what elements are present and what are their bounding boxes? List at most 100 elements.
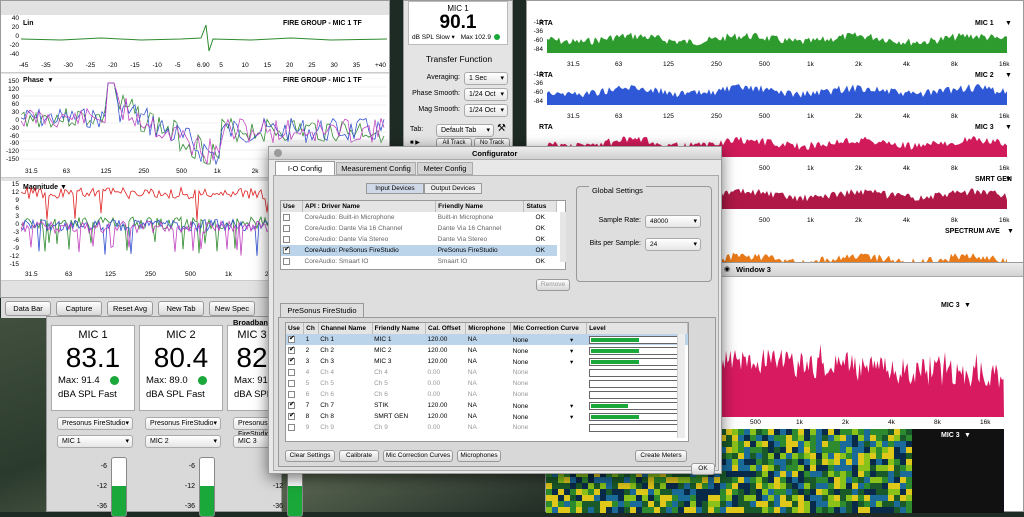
channel-friendly-name[interactable]: MIC 3 [372, 356, 425, 367]
subtab-output-devices[interactable]: Output Devices [424, 183, 482, 194]
meter-channel-select[interactable]: MIC 2 [145, 435, 221, 448]
window3-spec-dropdown-icon[interactable]: ▼ [964, 302, 971, 309]
rta-panel[interactable]: RTA MIC 2 ▼ -12 -36 -60 -84 31.5 63 125 250 500 1k 2k… [527, 53, 1021, 120]
averaging-select[interactable]: 1 Sec [464, 72, 508, 85]
tab-io-config[interactable]: I-O Config [275, 161, 335, 175]
channel-use-checkbox[interactable] [288, 379, 295, 387]
channel-use-checkbox[interactable] [288, 423, 295, 431]
channel-cal-offset[interactable]: 120.00 [426, 400, 466, 411]
channel-microphone[interactable]: NA [466, 378, 511, 389]
channel-row[interactable]: 9 Ch 9 Ch 9 0.00 NA None [286, 422, 688, 433]
device-use-checkbox[interactable] [283, 245, 290, 254]
calibrate-button[interactable]: Calibrate [339, 450, 379, 462]
channel-column-header[interactable]: Level [586, 323, 688, 334]
channel-row[interactable]: 4 Ch 4 Ch 4 0.00 NA None [286, 367, 688, 378]
channel-friendly-name[interactable]: Ch 4 [372, 367, 425, 378]
rta-panel-dropdown-icon[interactable]: ▼ [1005, 124, 1012, 131]
meter-device-select[interactable]: Presonus FireStudio [145, 417, 221, 430]
channel-use-checkbox[interactable] [288, 356, 295, 365]
device-use-checkbox[interactable] [283, 235, 290, 243]
mic-correction-curves-button[interactable]: Mic Correction Curves [383, 450, 453, 462]
capture-button[interactable]: Capture [56, 301, 102, 316]
device-row[interactable]: CoreAudio: Built-in Microphone Built-in M… [281, 212, 557, 223]
subtab-input-devices[interactable]: Input Devices [366, 183, 424, 194]
device-table-scrollbar[interactable] [560, 212, 566, 262]
remove-button[interactable]: Remove [536, 279, 570, 291]
data-bar-button[interactable]: Data Bar [5, 301, 51, 316]
channel-curve-select[interactable]: None [511, 389, 587, 400]
close-icon[interactable] [274, 149, 282, 157]
device-use-checkbox[interactable] [283, 257, 290, 265]
channel-cal-offset[interactable]: 120.00 [426, 411, 466, 422]
channel-row[interactable]: 7 Ch 7 STIK120.00NANone ▾ [286, 400, 688, 411]
ok-button[interactable]: OK [691, 463, 715, 475]
channel-curve-select[interactable]: None ▾ [511, 411, 587, 422]
channel-row[interactable]: 2 Ch 2 MIC 2120.00NANone ▾ [286, 345, 688, 356]
channel-use-checkbox[interactable] [288, 390, 295, 398]
channel-column-header[interactable]: Friendly Name [372, 323, 427, 334]
channel-friendly-name[interactable]: MIC 2 [372, 345, 425, 356]
device-friendly-name[interactable]: PreSonus FireStudio [436, 245, 524, 256]
device-friendly-name[interactable]: Dante Via Stereo [436, 234, 524, 245]
spectrogram-dropdown-icon[interactable]: ▼ [964, 432, 971, 439]
device-row[interactable]: CoreAudio: Dante Via Stereo Dante Via Ste… [281, 234, 557, 245]
device-row[interactable]: CoreAudio: Smaart IO Smaart IO OK [281, 256, 557, 267]
channel-microphone[interactable]: NA [466, 334, 511, 345]
device-column-header[interactable]: Friendly Name [435, 201, 525, 212]
meter-device-select[interactable]: Presonus FireStudio [57, 417, 133, 430]
channel-microphone[interactable]: NA [466, 411, 511, 422]
top-meter[interactable]: MIC 1 90.1 dB SPL Slow ▾ Max 102.9 [408, 1, 508, 45]
channel-curve-select[interactable]: None ▾ [511, 356, 587, 367]
channel-curve-select[interactable]: None ▾ [511, 334, 587, 345]
channel-table-scrollbar[interactable] [677, 334, 685, 438]
channel-curve-select[interactable]: None ▾ [511, 400, 587, 411]
channel-column-header[interactable]: Use [286, 323, 305, 334]
channel-column-header[interactable]: Microphone [465, 323, 512, 334]
device-row[interactable]: CoreAudio: PreSonus FireStudio PreSonus F… [281, 245, 557, 256]
channel-curve-select[interactable]: None ▾ [511, 345, 587, 356]
clear-settings-button[interactable]: Clear Settings [285, 450, 335, 462]
channel-use-checkbox[interactable] [288, 411, 295, 420]
channel-microphone[interactable]: NA [466, 389, 511, 400]
channel-row[interactable]: 5 Ch 5 Ch 5 0.00 NA None [286, 378, 688, 389]
channel-row[interactable]: 6 Ch 6 Ch 6 0.00 NA None [286, 389, 688, 400]
channel-microphone[interactable]: NA [466, 367, 511, 378]
channel-cal-offset[interactable]: 0.00 [426, 389, 466, 400]
device-use-checkbox[interactable] [283, 213, 290, 221]
new-spec-button[interactable]: New Spec [209, 301, 255, 316]
channel-column-header[interactable]: Mic Correction Curve [510, 323, 588, 334]
channel-friendly-name[interactable]: Ch 9 [372, 422, 425, 433]
channel-friendly-name[interactable]: Ch 6 [372, 389, 425, 400]
device-column-header[interactable]: API : Driver Name [302, 201, 437, 212]
transport-controls[interactable]: ■ ▶ [410, 139, 420, 146]
channel-cal-offset[interactable]: 0.00 [426, 422, 466, 433]
channel-friendly-name[interactable]: SMRT GEN [372, 411, 425, 422]
device-tab-firestudio[interactable]: PreSonus FireStudio [280, 303, 364, 317]
channel-friendly-name[interactable]: STIK [372, 400, 425, 411]
broadband-meter[interactable]: MIC 2 80.4 Max: 89.0 dBA SPL Fast [139, 325, 223, 411]
channel-microphone[interactable]: NA [466, 345, 511, 356]
phase-smooth-select[interactable]: 1/24 Oct [464, 88, 508, 101]
channel-use-checkbox[interactable] [288, 334, 295, 343]
channel-cal-offset[interactable]: 0.00 [426, 367, 466, 378]
tab-meter-config[interactable]: Meter Config [417, 162, 473, 175]
rta-panel-dropdown-icon[interactable]: ▼ [1005, 20, 1012, 27]
channel-friendly-name[interactable]: Ch 5 [372, 378, 425, 389]
channel-row[interactable]: 8 Ch 8 SMRT GEN120.00NANone ▾ [286, 411, 688, 422]
tools-icon[interactable]: ⚒ [497, 123, 506, 134]
sample-rate-select[interactable]: 48000 [645, 215, 701, 228]
channel-use-checkbox[interactable] [288, 345, 295, 354]
rta-panel[interactable]: RTA MIC 1 ▼ -12 -36 -60 -84 31.5 63 125 250 500 1k 2k… [527, 1, 1021, 68]
channel-column-header[interactable]: Ch [303, 323, 319, 334]
channel-column-header[interactable]: Cal. Offset [425, 323, 467, 334]
channel-friendly-name[interactable]: MIC 1 [372, 334, 425, 345]
channel-microphone[interactable]: NA [466, 422, 511, 433]
rta-panel-dropdown-icon[interactable]: ▼ [1007, 228, 1014, 235]
device-friendly-name[interactable]: Dante Via 16 Channel [436, 223, 524, 234]
microphones-button[interactable]: Microphones [457, 450, 501, 462]
channel-use-checkbox[interactable] [288, 400, 295, 409]
impulse-graph[interactable]: Lin FIRE GROUP - MIC 1 TF 40 20 0 -20 -40 -4… [1, 15, 389, 73]
channel-curve-select[interactable]: None [511, 378, 587, 389]
channel-microphone[interactable]: NA [466, 356, 511, 367]
device-friendly-name[interactable]: Smaart IO [436, 256, 524, 267]
